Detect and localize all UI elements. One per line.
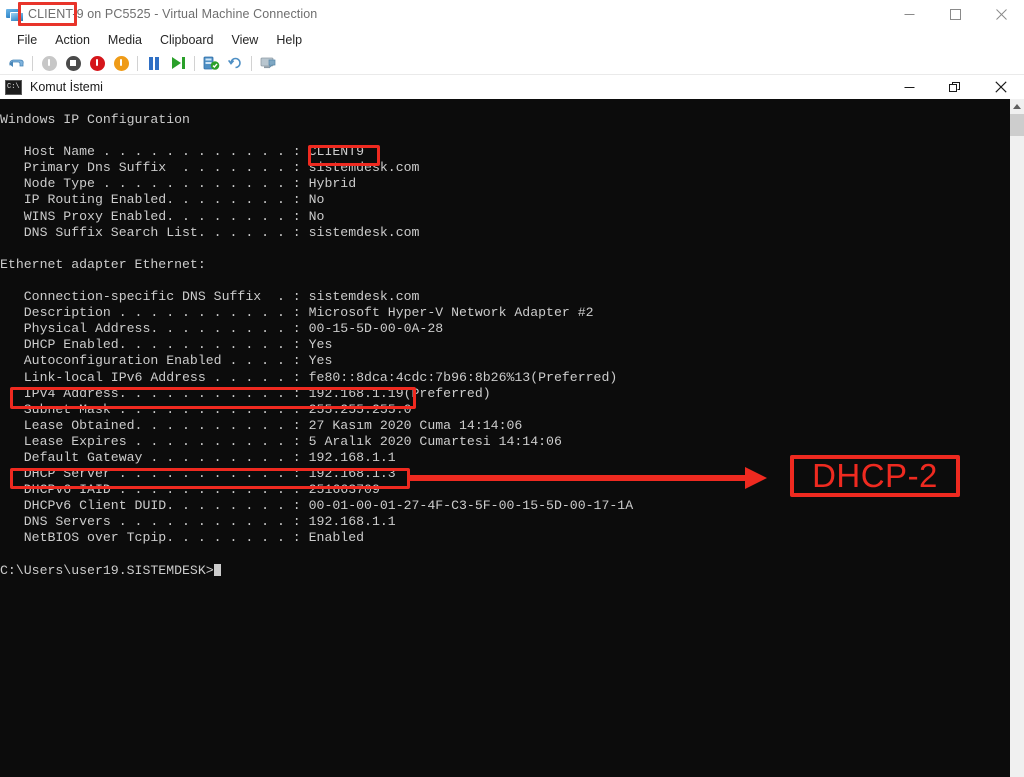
virtual-machine-icon bbox=[6, 7, 24, 22]
vm-maximize-button[interactable] bbox=[932, 0, 978, 28]
cmd-close-button[interactable] bbox=[978, 75, 1024, 99]
scroll-up-arrow-icon[interactable] bbox=[1010, 99, 1024, 114]
vm-window-controls bbox=[886, 0, 1024, 28]
vm-title-vm-name: CLIENT-9 bbox=[28, 7, 84, 21]
vm-close-button[interactable] bbox=[978, 0, 1024, 28]
toolbar-separator bbox=[32, 55, 33, 71]
menu-clipboard[interactable]: Clipboard bbox=[151, 30, 223, 50]
cmd-restore-button[interactable] bbox=[932, 75, 978, 99]
screenshot-root: CLIENT-9 on PC5525 - Virtual Machine Con… bbox=[0, 0, 1024, 777]
shutdown-icon[interactable] bbox=[38, 53, 60, 74]
enhanced-session-icon[interactable] bbox=[257, 53, 279, 74]
menu-help[interactable]: Help bbox=[267, 30, 311, 50]
toolbar-separator bbox=[137, 55, 138, 71]
vm-window-title: CLIENT-9 on PC5525 - Virtual Machine Con… bbox=[28, 7, 317, 21]
toolbar-separator bbox=[194, 55, 195, 71]
cmd-minimize-button[interactable] bbox=[886, 75, 932, 99]
menu-file[interactable]: File bbox=[8, 30, 46, 50]
menu-media[interactable]: Media bbox=[99, 30, 151, 50]
console-text: Windows IP Configuration Host Name . . .… bbox=[0, 112, 633, 579]
pause-icon[interactable] bbox=[143, 53, 165, 74]
start-icon[interactable] bbox=[110, 53, 132, 74]
menu-action[interactable]: Action bbox=[46, 30, 99, 50]
cmd-window-title: Komut İstemi bbox=[30, 80, 103, 94]
cmd-window-controls bbox=[886, 75, 1024, 99]
scrollbar-thumb[interactable] bbox=[1010, 114, 1024, 136]
vm-titlebar: CLIENT-9 on PC5525 - Virtual Machine Con… bbox=[0, 0, 1024, 28]
console-output-area[interactable]: Windows IP Configuration Host Name . . .… bbox=[0, 99, 1010, 777]
vm-title-suffix: on PC5525 - Virtual Machine Connection bbox=[83, 7, 318, 21]
command-prompt-icon bbox=[5, 79, 22, 95]
menu-view[interactable]: View bbox=[222, 30, 267, 50]
checkpoint-icon[interactable] bbox=[200, 53, 222, 74]
console-scrollbar[interactable] bbox=[1010, 99, 1024, 777]
turn-off-icon[interactable] bbox=[62, 53, 84, 74]
power-off-icon[interactable] bbox=[86, 53, 108, 74]
vm-minimize-button[interactable] bbox=[886, 0, 932, 28]
revert-icon[interactable] bbox=[224, 53, 246, 74]
vm-menubar: File Action Media Clipboard View Help bbox=[0, 28, 1024, 52]
console-lines: Windows IP Configuration Host Name . . .… bbox=[0, 112, 634, 578]
cmd-titlebar: Komut İstemi bbox=[0, 75, 1024, 99]
ctrl-alt-delete-icon[interactable] bbox=[5, 53, 27, 74]
toolbar-separator bbox=[251, 55, 252, 71]
text-cursor bbox=[213, 563, 221, 576]
vm-toolbar bbox=[0, 52, 1024, 75]
resume-icon[interactable] bbox=[167, 53, 189, 74]
